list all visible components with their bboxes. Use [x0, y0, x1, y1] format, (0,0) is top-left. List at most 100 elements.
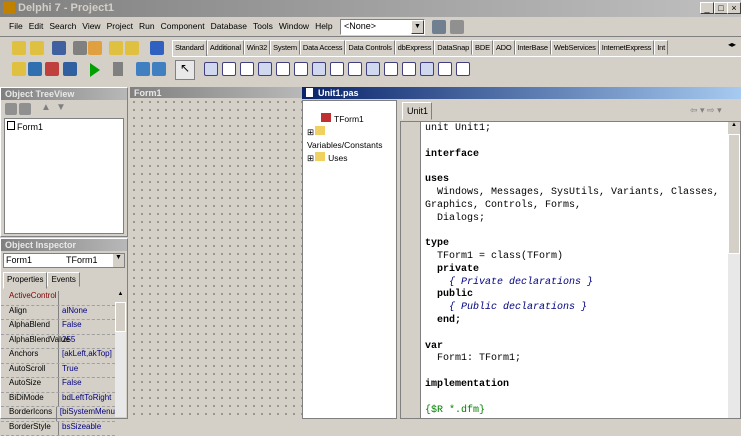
- property-row[interactable]: Anchors[akLeft,akTop]: [1, 349, 115, 364]
- up-arrow-icon[interactable]: ▲: [41, 102, 51, 113]
- close-button[interactable]: ×: [727, 2, 741, 14]
- menu-component[interactable]: Component: [158, 17, 208, 31]
- tab-standard[interactable]: Standard: [172, 40, 207, 57]
- property-value[interactable]: 255: [59, 335, 75, 349]
- tab-webservices[interactable]: WebServices: [551, 40, 599, 55]
- menu-database[interactable]: Database: [208, 17, 250, 31]
- groupbox-icon[interactable]: [402, 62, 416, 76]
- property-value[interactable]: True: [59, 364, 78, 378]
- property-row[interactable]: BorderStylebsSizeable: [1, 422, 115, 436]
- property-value[interactable]: bdLeftToRight: [59, 393, 111, 407]
- desktop-combo[interactable]: <None>▼: [340, 19, 425, 35]
- menu-search[interactable]: Search: [46, 17, 79, 31]
- property-row[interactable]: AutoScrollTrue: [1, 364, 115, 379]
- run-icon[interactable]: [90, 63, 100, 77]
- expand-icon[interactable]: ⊞: [307, 153, 314, 163]
- delete-item-icon[interactable]: [19, 103, 31, 115]
- toggle-form-unit-icon[interactable]: [45, 62, 59, 76]
- combobox-icon[interactable]: [366, 62, 380, 76]
- property-value[interactable]: False: [59, 378, 82, 392]
- explorer-item[interactable]: ⊞Variables/Constants: [307, 126, 396, 152]
- edit-icon[interactable]: [258, 62, 272, 76]
- popupmenu-icon[interactable]: [222, 62, 236, 76]
- tab-data-controls[interactable]: Data Controls: [345, 40, 394, 55]
- label-icon[interactable]: [240, 62, 254, 76]
- listbox-icon[interactable]: [348, 62, 362, 76]
- down-arrow-icon[interactable]: ▼: [56, 102, 66, 113]
- menu-project[interactable]: Project: [104, 17, 136, 31]
- property-row[interactable]: BiDiModebdLeftToRight: [1, 393, 115, 408]
- tab-int[interactable]: Int: [654, 40, 668, 55]
- tab-bde[interactable]: BDE: [472, 40, 493, 55]
- save-icon[interactable]: [52, 41, 66, 55]
- tab-interbase[interactable]: InterBase: [515, 40, 551, 55]
- remove-file-icon[interactable]: [125, 41, 139, 55]
- maximize-button[interactable]: □: [714, 2, 728, 14]
- property-row[interactable]: AlphaBlendFalse: [1, 320, 115, 335]
- explorer-item[interactable]: TForm1: [307, 113, 396, 126]
- new-form-icon[interactable]: [63, 62, 77, 76]
- property-row[interactable]: AlphaBlendValue255: [1, 335, 115, 350]
- form-canvas[interactable]: [130, 98, 302, 419]
- menu-view[interactable]: View: [79, 17, 103, 31]
- tab-events[interactable]: Events: [47, 272, 79, 287]
- radiobutton-icon[interactable]: [330, 62, 344, 76]
- expand-icon[interactable]: ⊞: [307, 127, 314, 137]
- property-row[interactable]: AutoSizeFalse: [1, 378, 115, 393]
- object-selector[interactable]: Form1 TForm1 ▼: [3, 253, 125, 268]
- tab-data-access[interactable]: Data Access: [300, 40, 346, 55]
- tree-item[interactable]: Form1: [7, 121, 121, 132]
- menu-window[interactable]: Window: [276, 17, 312, 31]
- add-file-icon[interactable]: [109, 41, 123, 55]
- property-value[interactable]: alNone: [59, 306, 87, 320]
- panel-icon[interactable]: [438, 62, 452, 76]
- help-icon[interactable]: [150, 41, 164, 55]
- tab-properties[interactable]: Properties: [3, 272, 47, 289]
- property-value[interactable]: [biSystemMenu: [57, 407, 115, 421]
- menu-help[interactable]: Help: [312, 17, 335, 31]
- nav-back-forward-icon[interactable]: ⇦ ▾ ⇨ ▾: [690, 105, 722, 116]
- checkbox-icon[interactable]: [312, 62, 326, 76]
- property-value[interactable]: [59, 291, 62, 305]
- scroll-up-icon[interactable]: ▲: [728, 122, 740, 134]
- memo-icon[interactable]: [276, 62, 290, 76]
- view-form-icon[interactable]: [28, 62, 42, 76]
- mainmenu-icon[interactable]: [204, 62, 218, 76]
- menu-run[interactable]: Run: [136, 17, 158, 31]
- property-row[interactable]: BorderIcons[biSystemMenu: [1, 407, 115, 422]
- tab-system[interactable]: System: [270, 40, 300, 55]
- editor-scrollbar[interactable]: ▲: [728, 122, 740, 418]
- tab-internetexpress[interactable]: InternetExpress: [599, 40, 655, 55]
- scroll-up-icon[interactable]: ▲: [115, 291, 126, 302]
- explorer-item[interactable]: ⊞Uses: [307, 152, 396, 165]
- actionlist-icon[interactable]: [456, 62, 470, 76]
- step-over-icon[interactable]: [152, 62, 166, 76]
- trace-into-icon[interactable]: [136, 62, 150, 76]
- tab-unit1[interactable]: Unit1: [402, 102, 432, 120]
- pause-icon[interactable]: [113, 62, 123, 76]
- scroll-thumb[interactable]: [115, 302, 126, 332]
- scroll-thumb[interactable]: [728, 134, 740, 254]
- save-desktop-icon[interactable]: [432, 20, 446, 34]
- button-icon[interactable]: [294, 62, 308, 76]
- set-debug-desktop-icon[interactable]: [450, 20, 464, 34]
- tab-datasnap[interactable]: DataSnap: [434, 40, 472, 55]
- tab-ado[interactable]: ADO: [493, 40, 515, 55]
- tab-dbexpress[interactable]: dbExpress: [395, 40, 435, 55]
- radiogroup-icon[interactable]: [420, 62, 434, 76]
- minimize-button[interactable]: _: [700, 2, 714, 14]
- pointer-icon[interactable]: ↖: [175, 60, 195, 80]
- new-icon[interactable]: [12, 41, 26, 55]
- code-area[interactable]: unit Unit1;interfaceuses Windows, Messag…: [400, 121, 741, 419]
- open-icon[interactable]: [30, 41, 44, 55]
- save-all-icon[interactable]: [73, 41, 87, 55]
- property-row[interactable]: ActiveControl: [1, 291, 115, 306]
- scrollbar[interactable]: ▲: [115, 291, 126, 417]
- property-value[interactable]: False: [59, 320, 82, 334]
- tab-additional[interactable]: Additional: [207, 40, 244, 55]
- open-project-icon[interactable]: [88, 41, 102, 55]
- property-value[interactable]: [akLeft,akTop]: [59, 349, 112, 363]
- property-row[interactable]: AlignalNone: [1, 306, 115, 321]
- menu-edit[interactable]: Edit: [26, 17, 47, 31]
- scrollbar-icon[interactable]: [384, 62, 398, 76]
